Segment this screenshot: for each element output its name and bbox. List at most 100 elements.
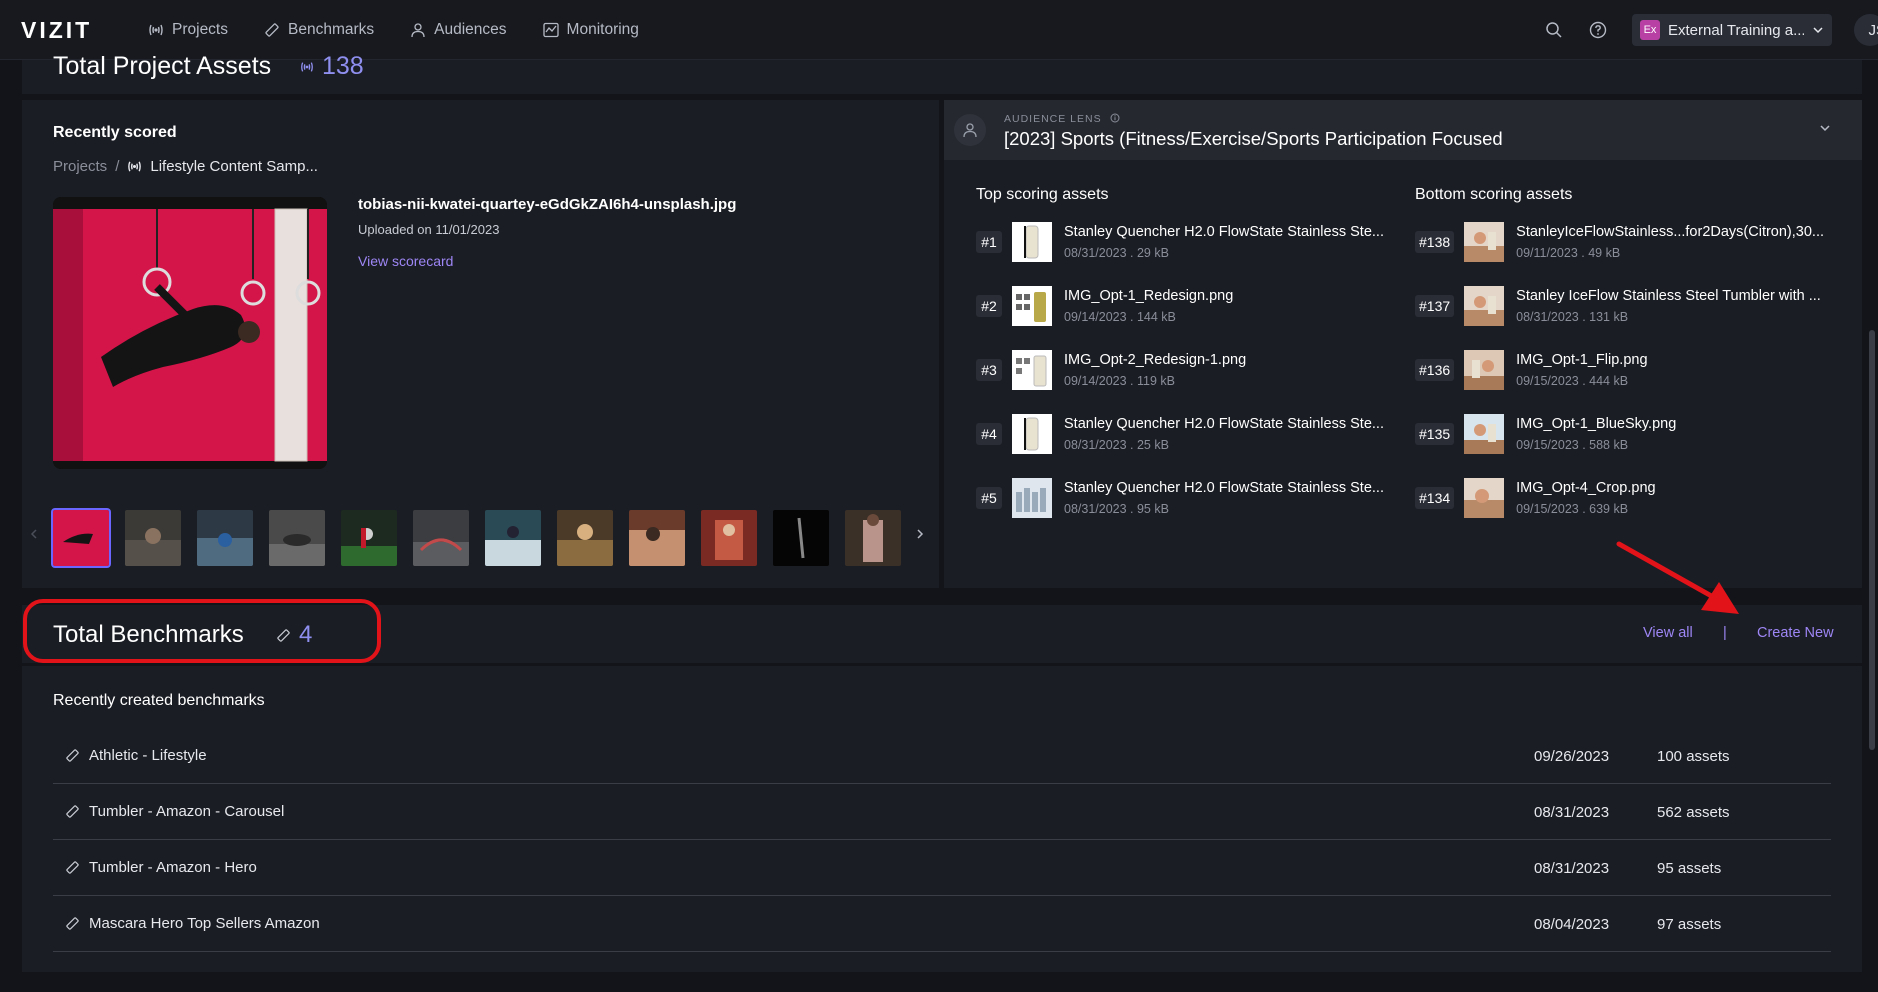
rank-badge: #134 xyxy=(1415,487,1455,509)
thumbnail-item[interactable] xyxy=(701,510,757,566)
nav-projects[interactable]: Projects xyxy=(148,21,228,39)
benchmark-row[interactable]: Tumbler - Amazon - Hero 08/31/2023 95 as… xyxy=(53,840,1831,896)
recent-benchmarks-title: Recently created benchmarks xyxy=(53,692,265,709)
person-icon xyxy=(410,22,426,38)
rank-badge: #136 xyxy=(1415,359,1455,381)
thumbnail-item[interactable] xyxy=(485,510,541,566)
assets-title-strip xyxy=(22,60,1862,94)
thumbnail-item[interactable] xyxy=(341,510,397,566)
asset-meta: 09/15/2023 . 588 kB xyxy=(1516,438,1629,452)
asset-thumbnail xyxy=(1012,478,1052,518)
top-asset-row[interactable]: #3 IMG_Opt-2_Redesign-1.png 09/14/2023 . … xyxy=(976,346,1389,394)
asset-name: IMG_Opt-2_Redesign-1.png xyxy=(1064,352,1247,368)
top-asset-row[interactable]: #4 Stanley Quencher H2.0 FlowState Stain… xyxy=(976,410,1389,458)
benchmark-asset-count: 95 assets xyxy=(1657,860,1722,877)
thumbnail-item[interactable] xyxy=(413,510,469,566)
ruler-icon xyxy=(65,860,80,875)
bottom-asset-row[interactable]: #138 StanleyIceFlowStainless...for2Days(… xyxy=(1415,218,1841,266)
asset-name: Stanley Quencher H2.0 FlowState Stainles… xyxy=(1064,224,1384,240)
logo[interactable]: VIZIT xyxy=(21,17,92,44)
benchmark-name: Tumbler - Amazon - Hero xyxy=(89,859,257,876)
view-all-link[interactable]: View all xyxy=(1643,625,1693,641)
asset-meta: 09/14/2023 . 144 kB xyxy=(1064,310,1176,324)
bottom-asset-row[interactable]: #136 IMG_Opt-1_Flip.png 09/15/2023 . 444 … xyxy=(1415,346,1841,394)
asset-meta: 09/15/2023 . 639 kB xyxy=(1516,502,1629,516)
asset-meta: 09/14/2023 . 119 kB xyxy=(1064,374,1175,388)
benchmark-asset-count: 562 assets xyxy=(1657,804,1730,821)
breadcrumb-projects[interactable]: Projects xyxy=(53,158,107,175)
view-scorecard-link[interactable]: View scorecard xyxy=(358,253,453,269)
nav-right: Ex External Training a... JS xyxy=(1540,0,1878,60)
total-assets-title: Total Project Assets xyxy=(53,52,272,80)
asset-thumbnail xyxy=(1464,286,1505,326)
top-asset-row[interactable]: #5 Stanley Quencher H2.0 FlowState Stain… xyxy=(976,474,1389,522)
thumbnail-item[interactable] xyxy=(557,510,613,566)
page-scrollbar[interactable] xyxy=(1869,330,1875,750)
thumbnail-item[interactable] xyxy=(269,510,325,566)
top-asset-row[interactable]: #2 IMG_Opt-1_Redesign.png 09/14/2023 . 14… xyxy=(976,282,1389,330)
asset-name: Stanley IceFlow Stainless Steel Tumbler … xyxy=(1516,288,1821,304)
carousel-next-icon[interactable] xyxy=(914,528,926,540)
asset-name: Stanley Quencher H2.0 FlowState Stainles… xyxy=(1064,416,1384,432)
asset-meta: 09/15/2023 . 444 kB xyxy=(1516,374,1629,388)
asset-thumbnail xyxy=(1464,222,1505,262)
top-scoring-title: Top scoring assets xyxy=(976,186,1109,203)
ruler-icon xyxy=(276,628,291,643)
projects-icon xyxy=(148,22,164,38)
breadcrumb-current-project[interactable]: Lifestyle Content Samp... xyxy=(150,158,318,175)
asset-meta: 09/11/2023 . 49 kB xyxy=(1516,246,1621,260)
top-asset-row[interactable]: #1 Stanley Quencher H2.0 FlowState Stain… xyxy=(976,218,1389,266)
nav-benchmarks[interactable]: Benchmarks xyxy=(264,21,374,39)
chevron-down-icon[interactable] xyxy=(1818,121,1832,135)
audience-lens-selector[interactable]: AUDIENCE LENS [2023] Sports (Fitness/Exe… xyxy=(944,100,1862,160)
benchmark-date: 08/31/2023 xyxy=(1534,804,1610,821)
ruler-icon xyxy=(65,748,80,763)
thumbnail-item[interactable] xyxy=(125,510,181,566)
benchmarks-count-value: 4 xyxy=(299,621,313,648)
bottom-asset-row[interactable]: #134 IMG_Opt-4_Crop.png 09/15/2023 . 639 … xyxy=(1415,474,1841,522)
nav-links: Projects Benchmarks Audiences Monitoring xyxy=(148,0,639,60)
asset-thumbnail xyxy=(1464,414,1505,454)
carousel-prev-icon xyxy=(28,528,40,540)
rank-badge: #3 xyxy=(976,359,1002,381)
bottom-asset-row[interactable]: #135 IMG_Opt-1_BlueSky.png 09/15/2023 . 5… xyxy=(1415,410,1841,458)
benchmark-row[interactable]: Athletic - Lifestyle 09/26/2023 100 asse… xyxy=(53,728,1831,784)
scored-asset-upload-date: Uploaded on 11/01/2023 xyxy=(358,222,500,237)
scored-asset-image[interactable] xyxy=(53,197,327,469)
nav-monitoring[interactable]: Monitoring xyxy=(542,21,639,39)
org-badge: Ex xyxy=(1640,20,1660,40)
benchmark-date: 09/26/2023 xyxy=(1534,748,1610,765)
search-icon[interactable] xyxy=(1540,16,1568,44)
annotation-arrow xyxy=(1616,541,1739,614)
benchmark-name: Tumbler - Amazon - Carousel xyxy=(89,803,285,820)
asset-name: IMG_Opt-1_Flip.png xyxy=(1516,352,1648,368)
thumbnail-item[interactable] xyxy=(629,510,685,566)
benchmark-row[interactable]: Tumbler - Amazon - Carousel 08/31/2023 5… xyxy=(53,784,1831,840)
asset-thumbnail xyxy=(1012,414,1052,454)
thumbnail-item[interactable] xyxy=(845,510,901,566)
thumbnail-item[interactable] xyxy=(773,510,829,566)
avatar[interactable]: JS xyxy=(1854,14,1878,46)
benchmark-asset-count: 100 assets xyxy=(1657,748,1730,765)
chart-icon xyxy=(542,22,559,38)
ruler-icon xyxy=(65,916,80,931)
create-new-link[interactable]: Create New xyxy=(1757,625,1834,641)
rank-badge: #138 xyxy=(1415,231,1455,253)
breadcrumb: Projects / Lifestyle Content Samp... xyxy=(53,158,318,175)
help-icon[interactable] xyxy=(1584,16,1612,44)
asset-name: IMG_Opt-1_Redesign.png xyxy=(1064,288,1234,304)
projects-icon xyxy=(300,60,314,74)
org-name: External Training a... xyxy=(1668,21,1804,39)
total-assets-count: 138 xyxy=(300,52,364,81)
thumbnail-item[interactable] xyxy=(51,508,111,568)
asset-name: IMG_Opt-1_BlueSky.png xyxy=(1516,416,1677,432)
asset-thumbnail-strip xyxy=(51,508,901,568)
asset-name: StanleyIceFlowStainless...for2Days(Citro… xyxy=(1516,224,1824,240)
bottom-asset-row[interactable]: #137 Stanley IceFlow Stainless Steel Tum… xyxy=(1415,282,1841,330)
org-selector[interactable]: Ex External Training a... xyxy=(1632,14,1832,46)
rank-badge: #5 xyxy=(976,487,1002,509)
rank-badge: #1 xyxy=(976,231,1002,253)
nav-audiences[interactable]: Audiences xyxy=(410,21,507,39)
benchmark-row[interactable]: Mascara Hero Top Sellers Amazon 08/04/20… xyxy=(53,896,1831,952)
thumbnail-item[interactable] xyxy=(197,510,253,566)
